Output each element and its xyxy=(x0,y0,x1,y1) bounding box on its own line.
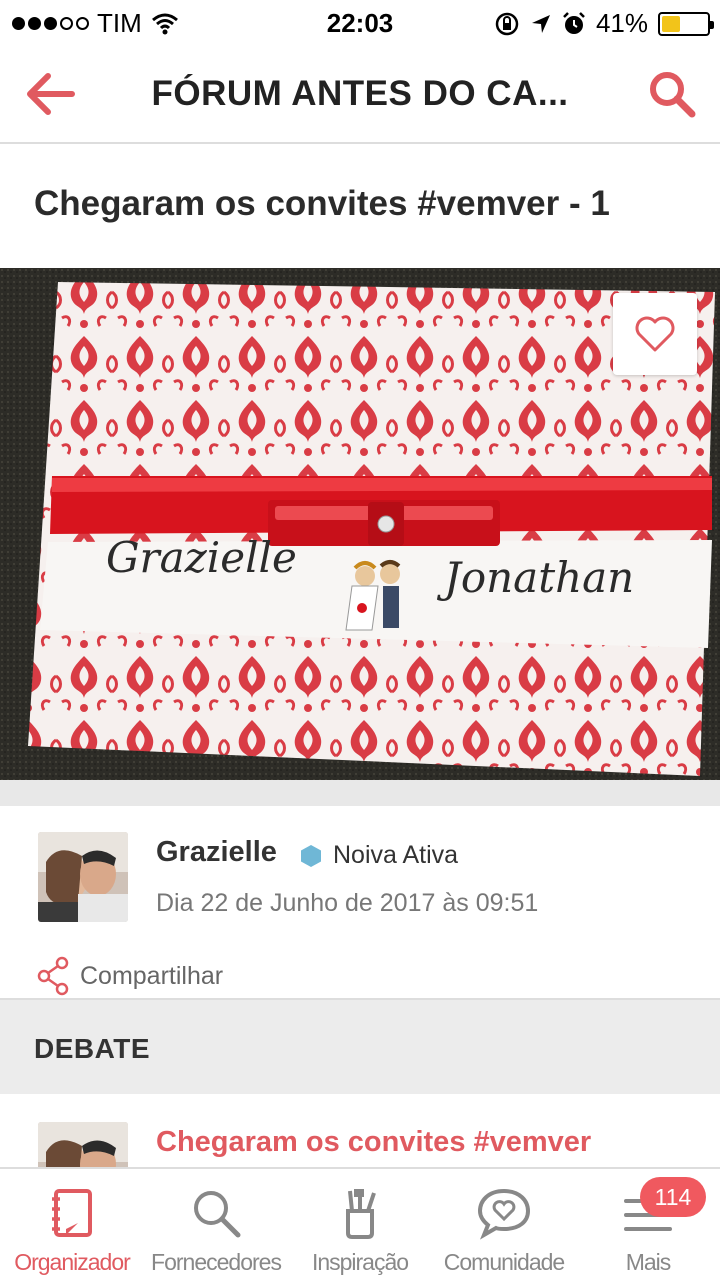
share-icon xyxy=(37,956,69,996)
notebook-icon xyxy=(52,1189,92,1237)
tab-comunidade[interactable]: Comunidade xyxy=(432,1169,576,1277)
share-label: Compartilhar xyxy=(80,961,224,990)
post-date: Dia 22 de Junho de 2017 às 09:51 xyxy=(156,889,539,917)
tab-bar: Organizador Fornecedores Inspiração Comu… xyxy=(0,1167,720,1277)
battery-percent: 41% xyxy=(595,8,648,38)
status-right: 41% xyxy=(494,8,714,39)
hexagon-badge-icon xyxy=(301,845,321,867)
favorite-button[interactable] xyxy=(613,293,697,375)
heart-outline-icon xyxy=(635,316,675,352)
search-icon xyxy=(194,1191,241,1238)
notification-badge: 114 xyxy=(640,1177,706,1217)
author-avatar[interactable] xyxy=(38,832,128,922)
invitation-name-groom: Jonathan xyxy=(436,553,634,602)
author-badge-label: Noiva Ativa xyxy=(333,841,459,869)
tab-mais[interactable]: 114 Mais xyxy=(576,1169,720,1277)
post-title: Chegaram os convites #vemver - 1 xyxy=(34,184,610,223)
tab-organizador[interactable]: Organizador xyxy=(0,1169,144,1277)
status-bar: TIM 22:03 41% xyxy=(0,0,720,44)
location-arrow-icon xyxy=(531,14,550,33)
chat-heart-icon xyxy=(477,1188,531,1240)
section-divider xyxy=(0,780,720,806)
navigation-bar: FÓRUM ANTES DO CA... xyxy=(0,44,720,144)
post-image[interactable]: Grazielle Jonathan xyxy=(0,268,720,780)
invitation-photo: Grazielle Jonathan xyxy=(0,268,720,780)
alarm-icon xyxy=(563,11,585,34)
search-icon[interactable] xyxy=(646,68,698,120)
battery-level-fill xyxy=(662,15,681,32)
invitation-name-bride: Grazielle xyxy=(106,533,297,582)
tab-label: Inspiração xyxy=(311,1249,409,1275)
battery-icon xyxy=(658,11,714,36)
rotation-lock-icon xyxy=(495,12,519,35)
debate-section-header: DEBATE xyxy=(0,998,720,1094)
brush-cup-icon xyxy=(346,1189,376,1239)
section-title: DEBATE xyxy=(34,1033,151,1064)
tab-label: Mais xyxy=(625,1249,672,1275)
reply-title[interactable]: Chegaram os convites #vemver xyxy=(156,1126,591,1159)
tab-inspiracao[interactable]: Inspiração xyxy=(288,1169,432,1277)
share-button[interactable]: Compartilhar xyxy=(36,956,223,996)
tab-fornecedores[interactable]: Fornecedores xyxy=(144,1169,288,1277)
tab-label: Organizador xyxy=(14,1249,131,1275)
arrow-left-icon[interactable] xyxy=(22,68,78,120)
tab-label: Comunidade xyxy=(443,1249,565,1275)
tab-label: Fornecedores xyxy=(151,1249,282,1275)
forum-title: FÓRUM ANTES DO CA... xyxy=(151,74,569,113)
reply-avatar[interactable] xyxy=(38,1122,128,1168)
author-name[interactable]: Grazielle xyxy=(156,836,277,869)
